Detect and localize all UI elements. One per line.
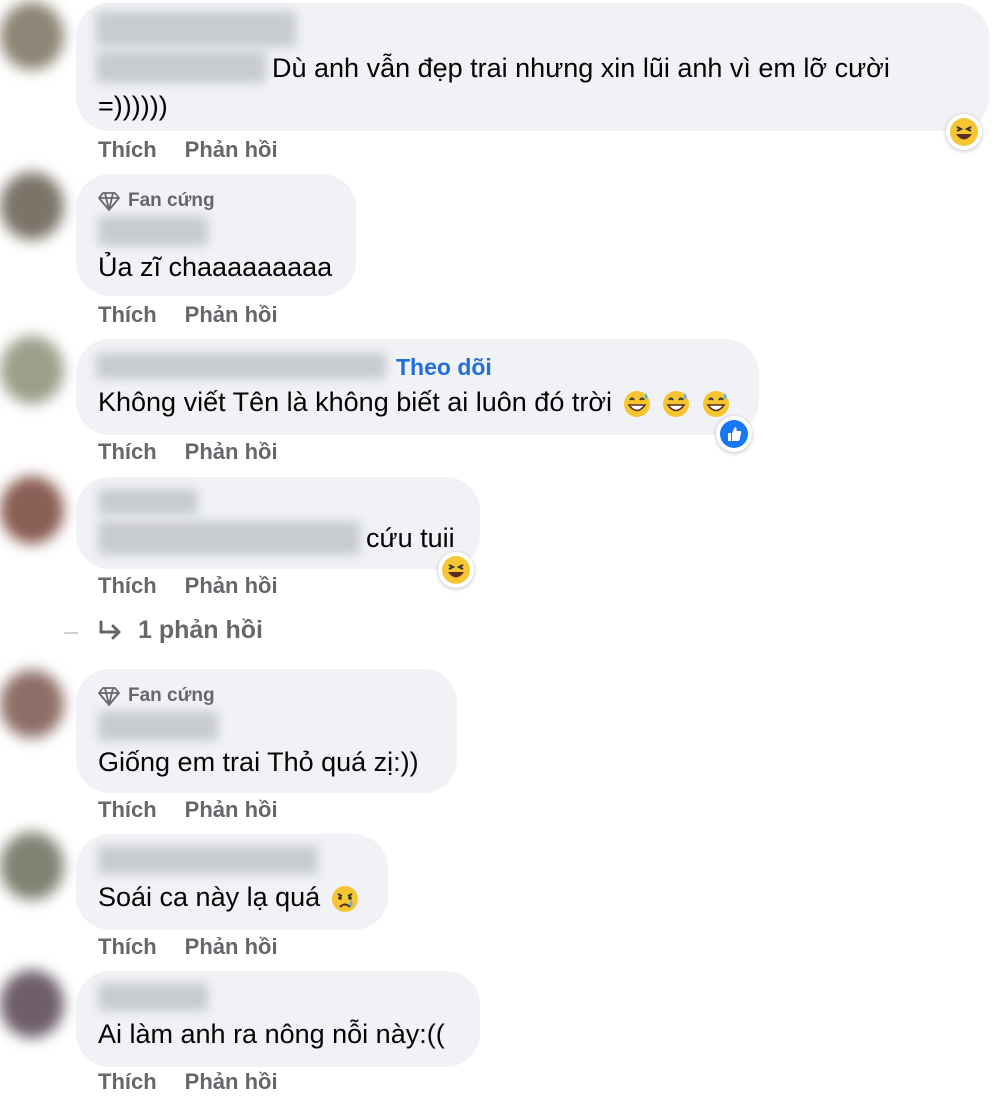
reply-link[interactable]: Phản hồi	[185, 934, 278, 960]
blurred-author-name	[98, 521, 360, 555]
reply-link[interactable]: Phản hồi	[185, 302, 278, 328]
blurred-author-name	[98, 489, 198, 515]
comment-actions: Thích Phản hồi	[98, 797, 278, 823]
blurred-author-name	[98, 711, 218, 741]
like-link[interactable]: Thích	[98, 302, 157, 328]
comment-text-content: Không viết Tên là không biết ai luôn đó …	[98, 387, 613, 417]
badge-label: Fan cứng	[128, 685, 215, 706]
like-link[interactable]: Thích	[98, 573, 157, 599]
haha-reaction-icon[interactable]	[946, 114, 982, 150]
badge-label: Fan cứng	[128, 190, 215, 211]
comment-bubble: Ai làm anh ra nông nỗi này:((	[76, 971, 480, 1067]
comment-bubble: Theo dõi Không viết Tên là không biết ai…	[76, 339, 759, 435]
view-replies-link[interactable]: 1 phản hồi	[98, 616, 263, 645]
avatar[interactable]	[0, 670, 64, 738]
comment-bubble: Dù anh vẫn đẹp trai nhưng xin lũi anh vì…	[76, 3, 989, 131]
like-link[interactable]: Thích	[98, 1069, 157, 1095]
diamond-icon	[98, 687, 120, 706]
comment-actions: Thích Phản hồi	[98, 137, 278, 163]
comment-text: =))))))	[98, 91, 168, 121]
blurred-author-name	[98, 983, 208, 1011]
comment-actions: Thích Phản hồi	[98, 439, 278, 465]
comment-actions: Thích Phản hồi	[98, 934, 278, 960]
comment-actions: Thích Phản hồi	[98, 1069, 278, 1095]
comment-bubble: Fan cứng Ủa zĩ chaaaaaaaaa	[76, 174, 356, 296]
diamond-icon	[98, 192, 120, 211]
comment-text: Giống em trai Thỏ quá zị:))	[98, 747, 419, 777]
reply-link[interactable]: Phản hồi	[185, 573, 278, 599]
follow-link[interactable]: Theo dõi	[396, 354, 492, 381]
comment-bubble: cứu tuii	[76, 477, 480, 569]
comment-bubble: Fan cứng Giống em trai Thỏ quá zị:))	[76, 669, 457, 793]
comment-text: Không viết Tên là không biết ai luôn đó …	[98, 385, 731, 419]
comment-text: Ủa zĩ chaaaaaaaaa	[98, 252, 333, 282]
grinning-sweat-emoji-icon	[623, 390, 650, 417]
reply-link[interactable]: Phản hồi	[185, 137, 278, 163]
comment-text: cứu tuii	[366, 523, 455, 553]
avatar[interactable]	[0, 970, 64, 1038]
avatar[interactable]	[0, 172, 64, 240]
haha-reaction-icon[interactable]	[438, 552, 474, 588]
comment-text: Ai làm anh ra nông nỗi này:((	[98, 1019, 445, 1049]
blurred-author-name	[96, 51, 266, 83]
reply-link[interactable]: Phản hồi	[185, 439, 278, 465]
comment-text: Soái ca này lạ quá	[98, 880, 360, 914]
grinning-sweat-emoji-icon	[663, 390, 690, 417]
reply-link[interactable]: Phản hồi	[185, 1069, 278, 1095]
blurred-author-name	[96, 11, 296, 47]
reply-link[interactable]: Phản hồi	[185, 797, 278, 823]
blurred-author-name	[98, 216, 208, 246]
like-link[interactable]: Thích	[98, 934, 157, 960]
like-link[interactable]: Thích	[98, 797, 157, 823]
blurred-author-name	[98, 846, 318, 874]
avatar[interactable]	[0, 832, 64, 900]
fan-badge: Fan cứng	[98, 190, 215, 212]
avatar[interactable]	[0, 2, 64, 70]
comment-actions: Thích Phản hồi	[98, 302, 278, 328]
sad-tear-emoji-icon	[331, 885, 358, 912]
blurred-author-name	[96, 353, 386, 379]
comment-text-content: Soái ca này lạ quá	[98, 882, 321, 912]
comment-bubble: Soái ca này lạ quá	[76, 834, 388, 930]
reply-arrow-icon	[99, 620, 121, 639]
reply-count-label: 1 phản hồi	[138, 616, 263, 644]
fan-badge: Fan cứng	[98, 685, 215, 707]
avatar[interactable]	[0, 336, 64, 404]
like-link[interactable]: Thích	[98, 439, 157, 465]
like-reaction-icon[interactable]	[716, 416, 752, 452]
thread-line	[64, 632, 78, 634]
comment-text: Dù anh vẫn đẹp trai nhưng xin lũi anh vì…	[272, 53, 890, 83]
avatar[interactable]	[0, 476, 64, 544]
grinning-sweat-emoji-icon	[702, 390, 729, 417]
like-link[interactable]: Thích	[98, 137, 157, 163]
comment-actions: Thích Phản hồi	[98, 573, 278, 599]
